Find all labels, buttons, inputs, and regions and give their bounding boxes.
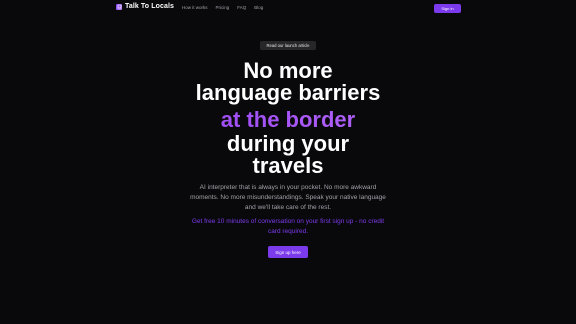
top-nav: Talk To Locals How it works Pricing FAQ … — [0, 0, 576, 17]
logo-icon — [116, 3, 122, 10]
nav-link-pricing[interactable]: Pricing — [216, 5, 230, 10]
nav-link-blog[interactable]: Blog — [254, 5, 263, 10]
sign-up-button[interactable]: Sign up here — [268, 246, 308, 258]
headline-line-1: No more — [243, 58, 333, 83]
hero-description: AI interpreter that is always in your po… — [190, 184, 386, 211]
sign-in-button[interactable]: Sign in — [434, 4, 461, 13]
promo-text: Get free 10 minutes of conversation on y… — [191, 218, 385, 235]
headline-highlight: at the border — [0, 109, 576, 131]
launch-article-badge[interactable]: Read our launch article — [260, 41, 316, 50]
brand-name: Talk To Locals — [125, 3, 174, 10]
brand[interactable]: Talk To Locals — [116, 3, 174, 10]
nav-link-how-it-works[interactable]: How it works — [182, 5, 208, 10]
headline-line-4: during your — [226, 131, 350, 156]
headline-line-2: language barriers — [195, 80, 381, 105]
nav-link-faq[interactable]: FAQ — [237, 5, 246, 10]
headline-line-5: travels — [252, 153, 324, 178]
nav-links: How it works Pricing FAQ Blog — [182, 5, 263, 10]
